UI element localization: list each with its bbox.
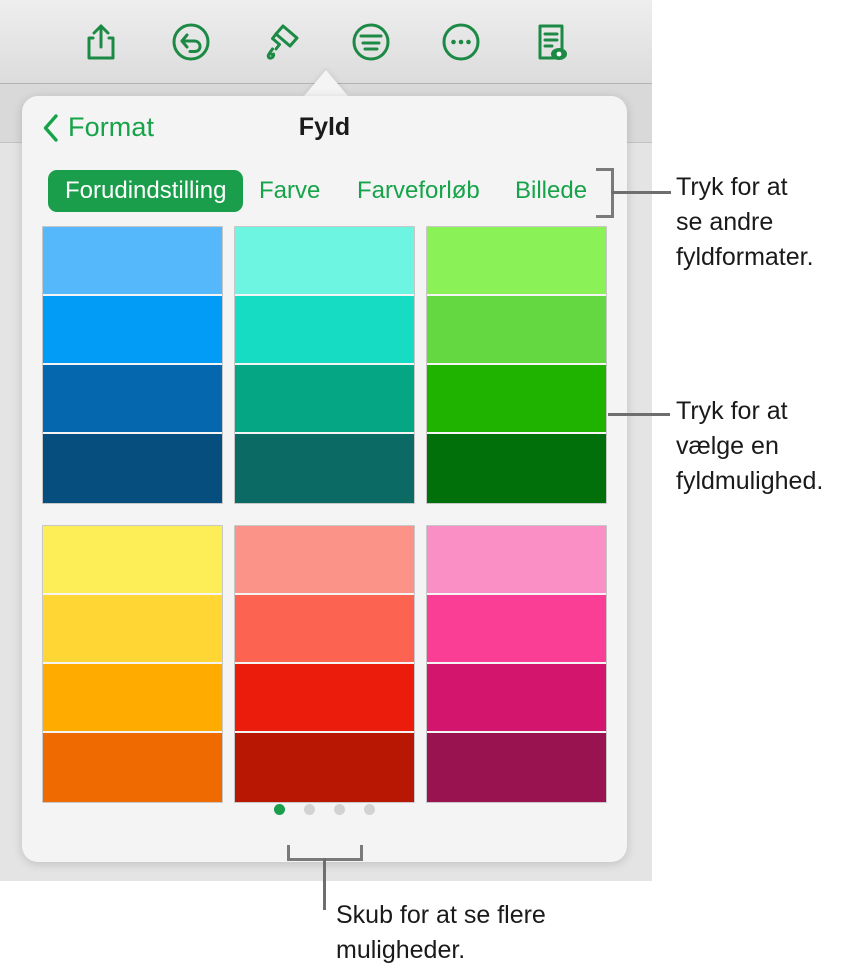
swatch-red-2[interactable] <box>235 595 414 664</box>
swatch-green-3[interactable] <box>427 365 606 434</box>
swatch-blue-2[interactable] <box>43 296 222 365</box>
swatch-red-4[interactable] <box>235 733 414 802</box>
paintbrush-icon[interactable] <box>236 6 326 78</box>
page-title: Fyld <box>298 113 351 141</box>
popover-arrow <box>304 70 348 96</box>
fill-type-tabs: Forudindstilling Farve Farveforløb Bille… <box>22 170 627 216</box>
swatch-red-1[interactable] <box>235 526 414 595</box>
swatch-red-3[interactable] <box>235 664 414 733</box>
swatch-pink-magenta-1[interactable] <box>427 526 606 595</box>
tab-farve[interactable]: Farve <box>259 170 320 212</box>
swatch-blue-1[interactable] <box>43 227 222 296</box>
page-dot-3[interactable] <box>334 804 345 815</box>
popover-header: Format Fyld <box>22 96 627 162</box>
swatch-green-2[interactable] <box>427 296 606 365</box>
swatch-group-pink-magenta <box>426 525 607 803</box>
callout-fill-option: Tryk for at vælge en fyldmulighed. <box>676 397 824 495</box>
page-dot-1[interactable] <box>274 804 285 815</box>
swatch-teal-2[interactable] <box>235 296 414 365</box>
swatch-group-red <box>234 525 415 803</box>
swatch-yellow-orange-1[interactable] <box>43 526 222 595</box>
swatch-group-green <box>426 226 607 504</box>
swatch-pink-magenta-2[interactable] <box>427 595 606 664</box>
page-dot-4[interactable] <box>364 804 375 815</box>
swatch-green-1[interactable] <box>427 227 606 296</box>
callout-leader-dots <box>323 858 326 910</box>
tab-farveforlob[interactable]: Farveforløb <box>357 170 480 212</box>
swatch-group-teal <box>234 226 415 504</box>
swatch-yellow-orange-3[interactable] <box>43 664 222 733</box>
swatch-green-4[interactable] <box>427 434 606 503</box>
callout-leader-tabs <box>611 191 671 194</box>
swatch-teal-4[interactable] <box>235 434 414 503</box>
callout-swipe-more: Skub for at se flere muligheder. <box>336 901 546 964</box>
callout-fill-formats: Tryk for at se andre fyldformater. <box>676 173 814 271</box>
swatch-yellow-orange-4[interactable] <box>43 733 222 802</box>
swatch-teal-3[interactable] <box>235 365 414 434</box>
undo-icon[interactable] <box>146 6 236 78</box>
fill-popover: Format Fyld Forudindstilling Farve Farve… <box>22 96 627 862</box>
callout-leader-swatch <box>608 413 670 416</box>
share-icon[interactable] <box>56 6 146 78</box>
swatch-blue-4[interactable] <box>43 434 222 503</box>
swatch-yellow-orange-2[interactable] <box>43 595 222 664</box>
insert-icon[interactable] <box>326 6 416 78</box>
swatch-group-blue <box>42 226 223 504</box>
swatch-pink-magenta-4[interactable] <box>427 733 606 802</box>
swatch-teal-1[interactable] <box>235 227 414 296</box>
swatch-group-yellow-orange <box>42 525 223 803</box>
document-preview-icon[interactable] <box>506 6 596 78</box>
swatch-pink-magenta-3[interactable] <box>427 664 606 733</box>
swatch-blue-3[interactable] <box>43 365 222 434</box>
page-indicator[interactable] <box>22 804 627 815</box>
tab-forudindstilling[interactable]: Forudindstilling <box>48 170 244 212</box>
tab-billede[interactable]: Billede <box>515 170 587 212</box>
page-dot-2[interactable] <box>304 804 315 815</box>
more-icon[interactable] <box>416 6 506 78</box>
